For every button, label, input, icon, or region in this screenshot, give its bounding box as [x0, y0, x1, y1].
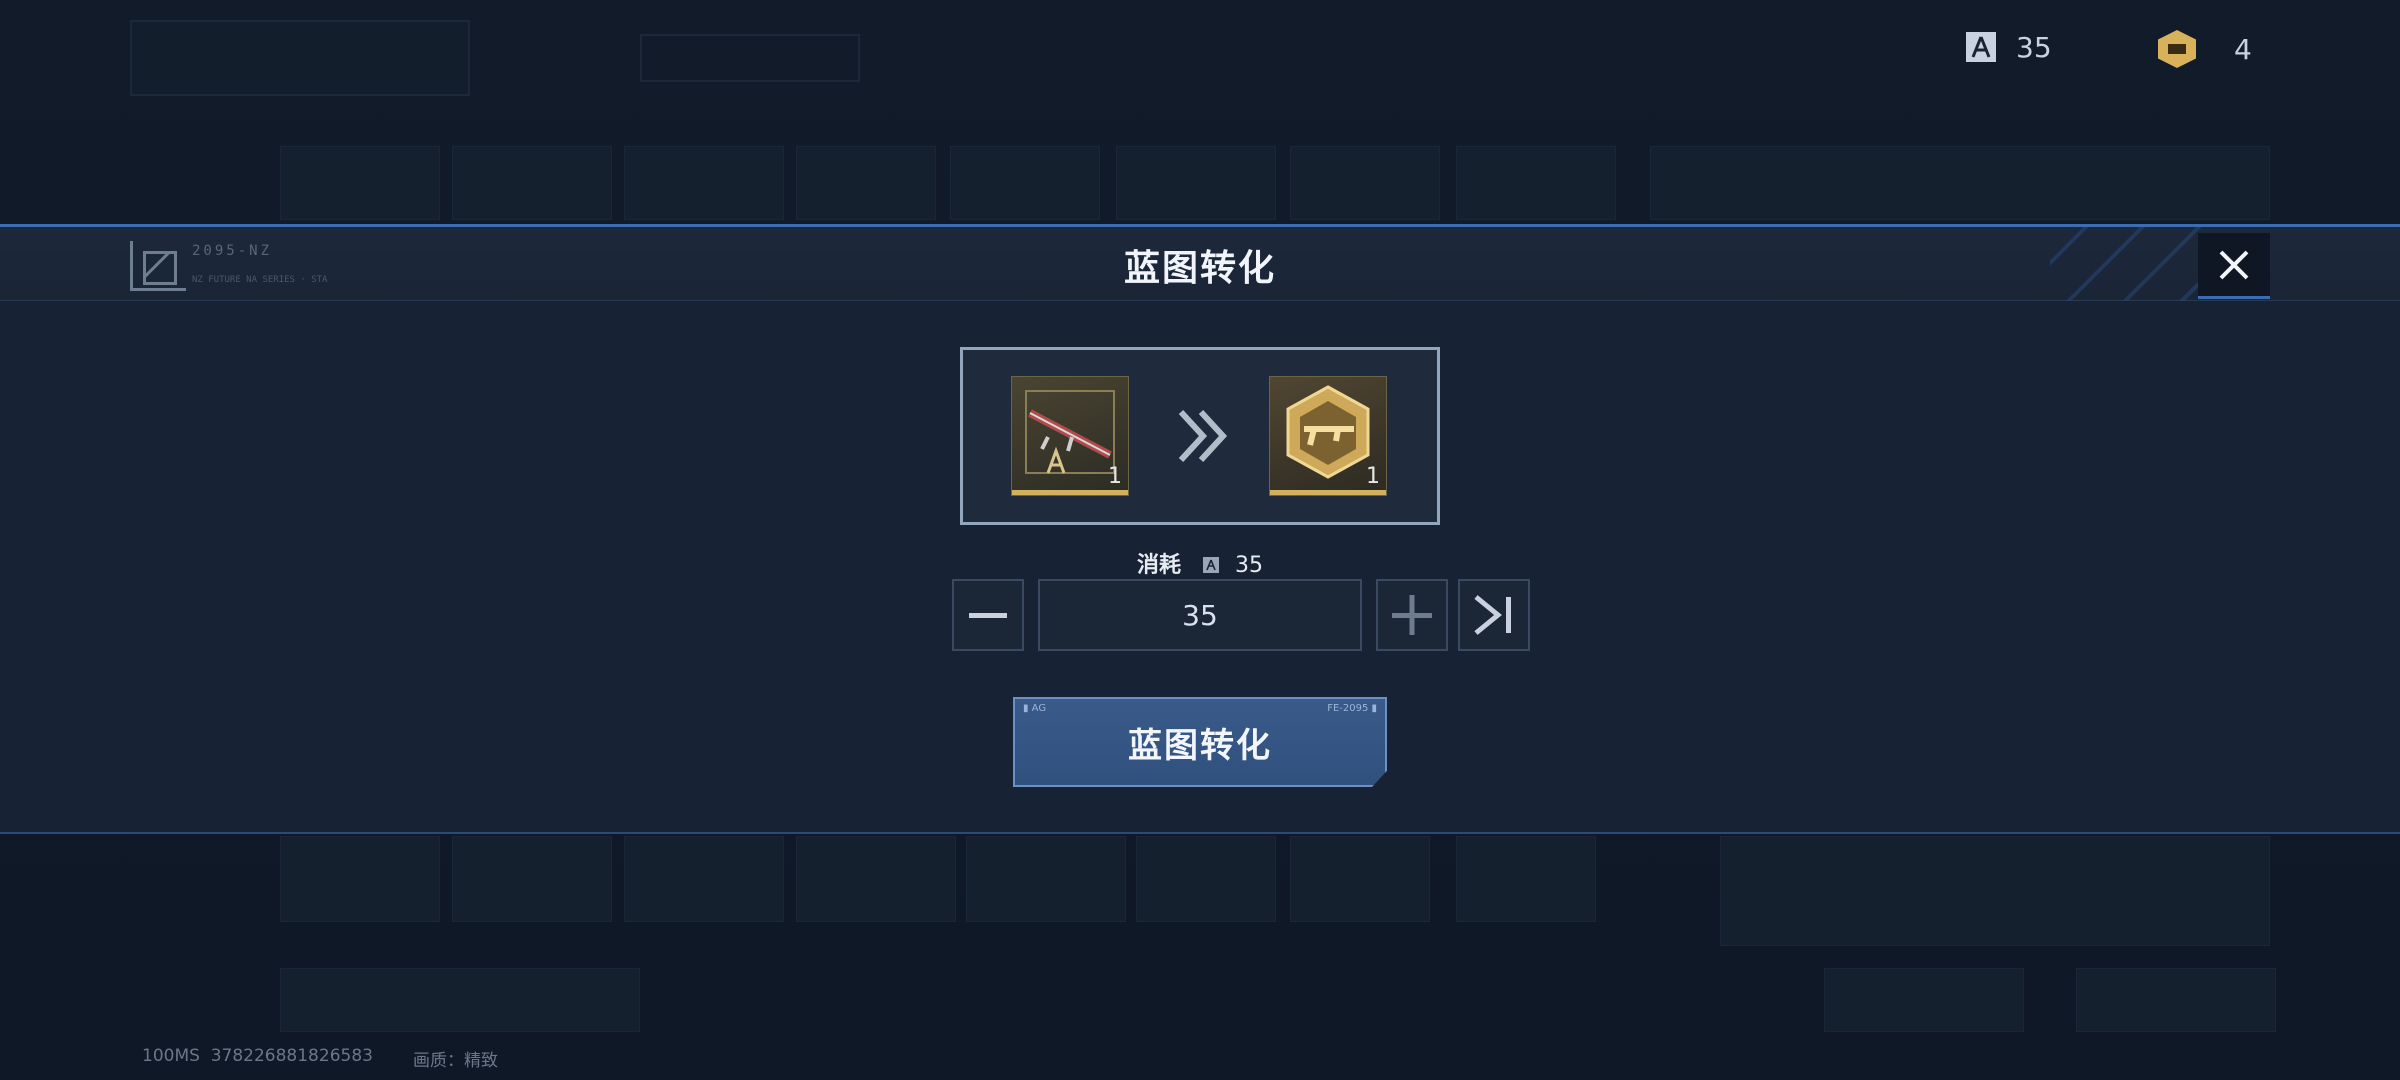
blueprint-token-icon [1964, 30, 1998, 64]
background-card [1456, 836, 1596, 922]
double-chevron-right-icon [1173, 406, 1233, 466]
decorative-stripes [2050, 227, 2210, 301]
gold-badge-icon [2158, 30, 2196, 68]
close-button[interactable] [2198, 233, 2270, 299]
background-card [966, 836, 1126, 922]
increase-button[interactable] [1376, 579, 1448, 651]
graphics-quality: 画质：精致 [412, 1051, 498, 1071]
background-card [1290, 836, 1430, 922]
user-id: 378226881826583 [210, 1046, 373, 1066]
background-button [2076, 968, 2276, 1032]
background-tab-pill [640, 34, 860, 82]
decrease-button[interactable] [952, 579, 1024, 651]
minus-icon [969, 613, 1007, 618]
modal-header: 2095-NZ NZ FUTURE NA SERIES · STA 蓝图转化 [0, 227, 2400, 301]
background-card [624, 146, 784, 220]
background-card [280, 836, 440, 922]
background-card [950, 146, 1100, 220]
background-card [280, 146, 440, 220]
source-item-tile[interactable]: 1 [1011, 376, 1129, 496]
background-side-panel [1720, 836, 2270, 946]
rarity-bar [1012, 490, 1128, 495]
background-button [1824, 968, 2024, 1032]
background-card [452, 836, 612, 922]
button-tag-left: ▮ AG [1023, 703, 1047, 714]
plus-icon [1392, 595, 1432, 635]
quantity-field[interactable]: 35 [1038, 579, 1362, 651]
background-card [1456, 146, 1616, 220]
background-card [796, 146, 936, 220]
background-side-panel [1650, 146, 2270, 220]
skip-to-max-icon [1474, 595, 1511, 635]
blueprint-currency: 35 [1964, 30, 2052, 64]
convert-blueprint-button[interactable]: ▮ AG 蓝图转化 FE-2095 ▮ [1013, 697, 1387, 787]
cost-label: 消耗 [1136, 553, 1181, 578]
source-item-count: 1 [1108, 464, 1122, 489]
cost-row: 消耗 35 [0, 547, 2400, 579]
blueprint-currency-count: 35 [2016, 30, 2052, 64]
target-item-count: 1 [1366, 464, 1380, 489]
gold-currency: 4 [2158, 30, 2252, 68]
background-card [624, 836, 784, 922]
max-quantity-button[interactable] [1458, 579, 1530, 651]
latency-readout: 100MS 378226881826583 [142, 1046, 373, 1066]
convert-button-label: 蓝图转化 [1128, 725, 1272, 766]
blueprint-convert-modal: 2095-NZ NZ FUTURE NA SERIES · STA 蓝图转化 1 [0, 224, 2400, 834]
background-card [1136, 836, 1276, 922]
conversion-preview: 1 1 [960, 347, 1440, 525]
close-icon [2219, 250, 2249, 279]
rarity-bar [1270, 490, 1386, 495]
gold-currency-count: 4 [2234, 32, 2252, 66]
button-tag-right: FE-2095 ▮ [1327, 703, 1377, 714]
background-card [796, 836, 956, 922]
background-title-panel [130, 20, 470, 96]
background-input [280, 968, 640, 1032]
background-card [452, 146, 612, 220]
status-bar: 100MS 378226881826583 画质：精致 [142, 1046, 498, 1071]
cost-value: 35 [1235, 553, 1263, 578]
modal-title: 蓝图转化 [1123, 248, 1276, 289]
blueprint-token-icon [1203, 557, 1219, 573]
background-card [1290, 146, 1440, 220]
background-card [1116, 146, 1276, 220]
target-item-tile[interactable]: 1 [1269, 376, 1387, 496]
